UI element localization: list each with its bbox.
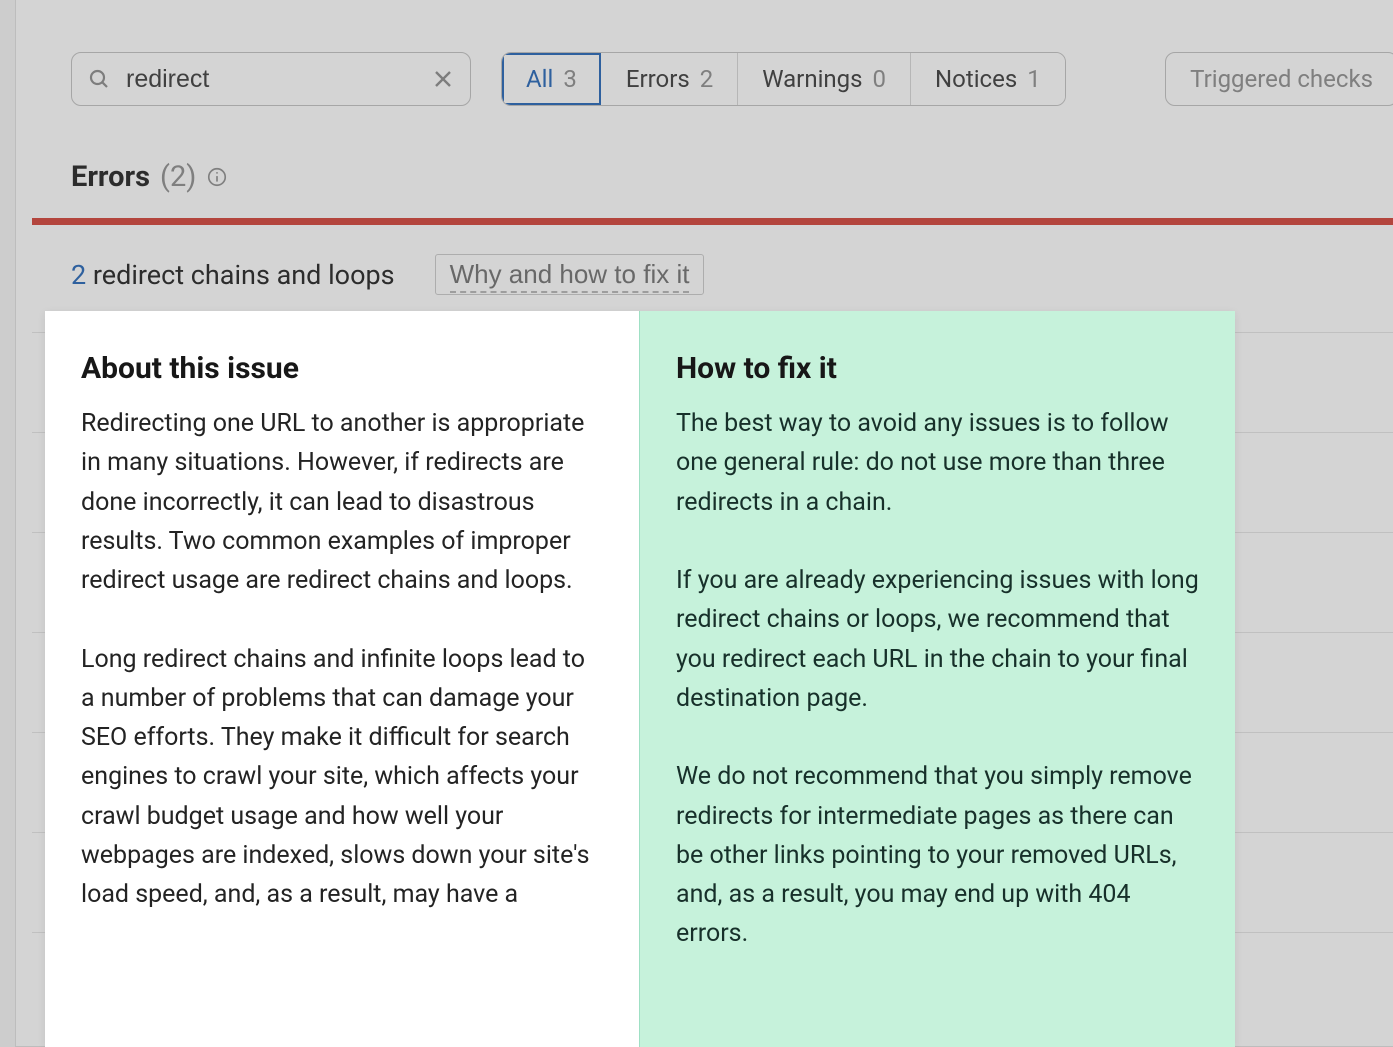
fix-heading: How to fix it bbox=[676, 351, 1199, 386]
triggered-checks-button[interactable]: Triggered checks bbox=[1165, 52, 1393, 106]
filter-tab-label: All bbox=[526, 65, 553, 93]
search-icon bbox=[87, 67, 111, 91]
about-heading: About this issue bbox=[81, 351, 603, 386]
filter-tabs: All 3 Errors 2 Warnings 0 Notices 1 bbox=[501, 52, 1066, 106]
clear-search-icon[interactable] bbox=[431, 67, 455, 91]
filter-tab-count: 3 bbox=[563, 65, 577, 93]
search-field-wrap bbox=[71, 52, 471, 106]
filter-tab-count: 2 bbox=[700, 65, 714, 93]
filter-tab-label: Errors bbox=[626, 65, 690, 93]
errors-title: Errors bbox=[71, 160, 150, 194]
issue-row: 2 redirect chains and loops Why and how … bbox=[71, 254, 704, 295]
errors-section-header: Errors (2) bbox=[71, 160, 228, 194]
filter-tab-notices[interactable]: Notices 1 bbox=[911, 53, 1065, 105]
issue-count: 2 bbox=[71, 259, 86, 291]
filter-tab-warnings[interactable]: Warnings 0 bbox=[738, 53, 911, 105]
toolbar: All 3 Errors 2 Warnings 0 Notices 1 Trig… bbox=[71, 52, 1393, 106]
filter-tab-count: 1 bbox=[1027, 65, 1041, 93]
why-and-how-button[interactable]: Why and how to fix it bbox=[435, 254, 705, 295]
about-body: Redirecting one URL to another is approp… bbox=[81, 404, 603, 914]
about-column: About this issue Redirecting one URL to … bbox=[45, 311, 640, 1047]
why-and-how-label: Why and how to fix it bbox=[450, 259, 690, 293]
triggered-checks-label: Triggered checks bbox=[1190, 65, 1373, 93]
fix-body: The best way to avoid any issues is to f… bbox=[676, 404, 1199, 954]
filter-tab-label: Notices bbox=[935, 65, 1017, 93]
issue-link[interactable]: 2 redirect chains and loops bbox=[71, 259, 395, 291]
search-input[interactable] bbox=[71, 52, 471, 106]
errors-severity-bar bbox=[32, 218, 1393, 225]
fix-column: How to fix it The best way to avoid any … bbox=[640, 311, 1235, 1047]
filter-tab-count: 0 bbox=[873, 65, 887, 93]
info-icon[interactable] bbox=[206, 166, 228, 188]
issue-text-label: redirect chains and loops bbox=[93, 259, 395, 291]
filter-tab-all[interactable]: All 3 bbox=[502, 53, 602, 105]
errors-count: (2) bbox=[160, 160, 196, 194]
filter-tab-errors[interactable]: Errors 2 bbox=[602, 53, 738, 105]
issue-explainer-popup: About this issue Redirecting one URL to … bbox=[45, 311, 1235, 1047]
filter-tab-label: Warnings bbox=[762, 65, 862, 93]
